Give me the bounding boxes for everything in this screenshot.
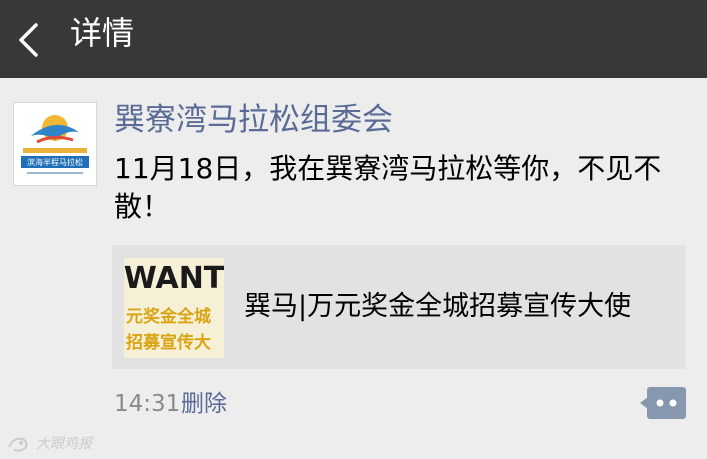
- watermark: 大眼鸡报: [6, 433, 106, 457]
- chevron-left-icon: [19, 23, 38, 57]
- watermark-logo-icon: [8, 437, 28, 452]
- page-title: 详情: [70, 14, 135, 52]
- delete-button[interactable]: 删除: [181, 389, 227, 419]
- avatar-text: 滨海半程马拉松: [27, 157, 83, 167]
- post-text: 11月18日，我在巽寮湾马拉松等你，不见不散！: [114, 152, 662, 223]
- top-bar: 详情: [0, 0, 707, 78]
- thumb-text-line2: 元奖金全城: [126, 306, 211, 327]
- marathon-logo-icon: 滨海半程马拉松: [21, 115, 89, 174]
- link-thumbnail: WANT 元奖金全城 招募宣传大: [124, 258, 224, 358]
- thumb-text-line1: WANT: [124, 261, 224, 296]
- back-button[interactable]: [6, 9, 56, 69]
- sender-name[interactable]: 巽寮湾马拉松组委会: [114, 100, 393, 140]
- avatar[interactable]: 滨海半程马拉松: [13, 102, 97, 186]
- link-card[interactable]: WANT 元奖金全城 招募宣传大 巽马|万元奖金全城招募宣传大使: [112, 245, 685, 369]
- comment-button[interactable]: [640, 387, 686, 419]
- watermark-text: 大眼鸡报: [36, 436, 92, 452]
- post-time: 14:31: [114, 391, 181, 417]
- link-title: 巽马|万元奖金全城招募宣传大使: [244, 291, 632, 322]
- comment-dots-icon: [640, 387, 686, 419]
- thumb-text-line3: 招募宣传大: [126, 332, 211, 353]
